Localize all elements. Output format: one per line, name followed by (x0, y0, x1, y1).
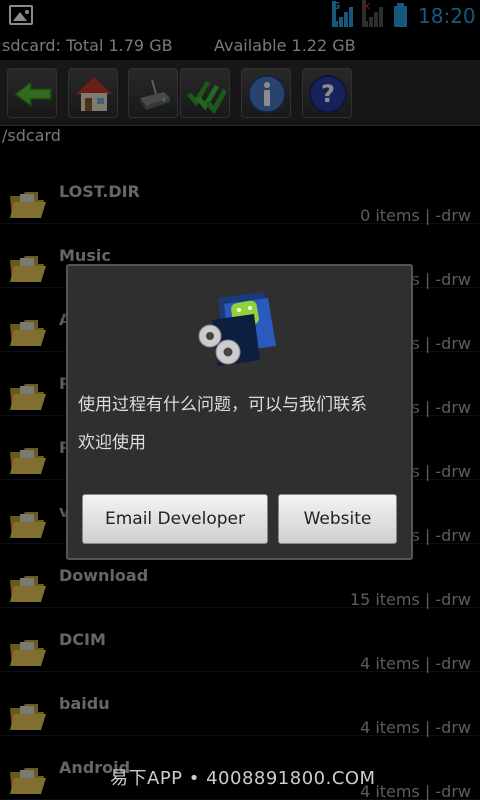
dialog-message: 使用过程有什么问题，可以与我们联系 欢迎使用 (78, 386, 408, 462)
email-developer-button[interactable]: Email Developer (82, 494, 268, 544)
dialog-message-line: 欢迎使用 (78, 433, 146, 453)
dialog-message-line: 使用过程有什么问题，可以与我们联系 (78, 395, 367, 415)
watermark: 易下APP • 4008891800.COM (110, 768, 376, 789)
website-button[interactable]: Website (278, 494, 397, 544)
about-dialog: 使用过程有什么问题，可以与我们联系 欢迎使用 Email Developer W… (66, 264, 413, 560)
app-logo-icon (198, 292, 276, 366)
